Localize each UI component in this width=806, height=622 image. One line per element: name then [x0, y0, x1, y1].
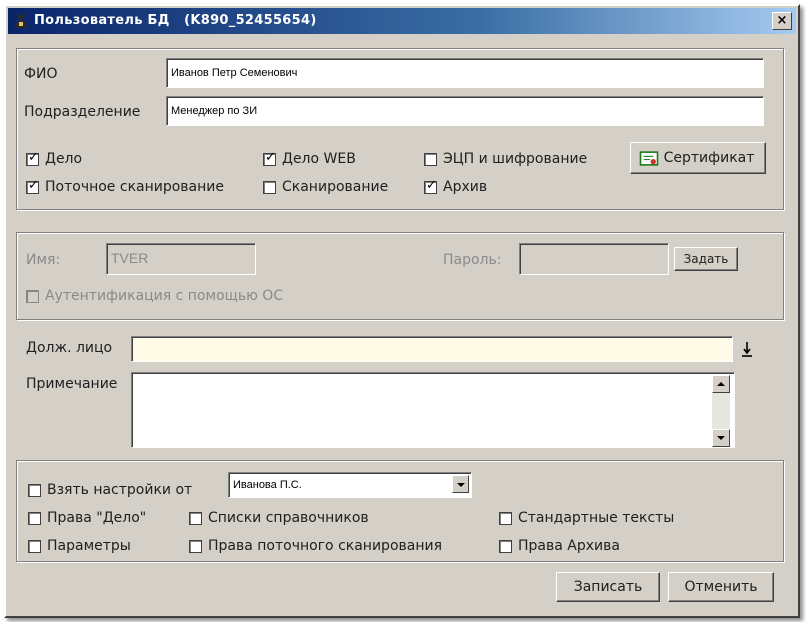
checkbox-box	[424, 153, 437, 166]
note-scrollbar[interactable]	[712, 375, 730, 447]
checkbox-label: Поточное сканирование	[45, 179, 224, 195]
window-title: Пользователь БД (K890_52455654)	[34, 13, 317, 28]
name-label: Имя:	[26, 252, 61, 268]
checkbox-box: ✓	[263, 150, 276, 166]
checkmark-icon: ✓	[426, 178, 437, 193]
checkbox-label: Параметры	[47, 538, 131, 554]
set-password-button[interactable]: Задать	[674, 247, 738, 271]
checkbox-label: Аутентификация с помощью ОС	[45, 288, 284, 304]
checkbox-box: ✓	[424, 178, 437, 194]
scroll-up-icon[interactable]	[712, 375, 730, 393]
checkbox-box	[189, 512, 202, 525]
checkbox-box	[499, 512, 512, 525]
checkbox-label: Сканирование	[282, 179, 389, 195]
settings-source-select[interactable]: Иванова П.С.	[228, 472, 472, 498]
certificate-icon	[639, 151, 659, 166]
password-field[interactable]	[519, 243, 669, 275]
checkbox-label: Права "Дело"	[47, 510, 147, 526]
down-arrow-underline-icon[interactable]	[741, 340, 753, 358]
checkbox-box: ✓	[26, 150, 39, 166]
dept-field[interactable]: Менеджер по ЗИ	[166, 96, 764, 126]
checkbox-box	[28, 540, 41, 553]
checkbox-label: Стандартные тексты	[518, 510, 675, 526]
title-bar[interactable]: Пользователь БД (K890_52455654) ×	[8, 8, 796, 34]
fio-field[interactable]: Иванов Петр Семенович	[166, 58, 764, 88]
password-label: Пароль:	[443, 252, 502, 268]
checkbox-box	[189, 540, 202, 553]
checkmark-icon: ✓	[28, 150, 39, 165]
checkbox-box	[499, 540, 512, 553]
chevron-down-icon[interactable]	[452, 475, 469, 493]
checkbox-box	[28, 512, 41, 525]
checkmark-icon: ✓	[265, 150, 276, 165]
checkbox-box	[263, 181, 276, 194]
checkbox-label: Взять настройки от	[47, 482, 193, 498]
settings-source-value: Иванова П.С.	[233, 479, 302, 491]
checkbox-label: Архив	[443, 179, 488, 195]
certificate-button[interactable]: Сертификат	[630, 142, 766, 174]
cancel-button[interactable]: Отменить	[668, 572, 774, 602]
checkbox-label: Списки справочников	[208, 510, 369, 526]
note-textarea[interactable]	[131, 372, 735, 448]
save-button[interactable]: Записать	[556, 572, 660, 602]
official-label: Долж. лицо	[26, 340, 113, 356]
name-field[interactable]: TVER	[106, 243, 256, 275]
official-field[interactable]	[131, 336, 733, 362]
note-label: Примечание	[26, 376, 118, 392]
checkbox-box	[28, 484, 41, 497]
checkbox-label: ЭЦП и шифрование	[443, 151, 588, 167]
fio-label: ФИО	[24, 66, 58, 82]
close-button[interactable]: ×	[772, 12, 792, 30]
dept-label: Подразделение	[24, 104, 141, 120]
certificate-button-label: Сертификат	[663, 150, 755, 166]
checkbox-box: ✓	[26, 178, 39, 194]
checkbox-label: Дело	[45, 151, 83, 167]
checkbox-label: Дело WEB	[282, 151, 356, 167]
checkbox-box	[26, 290, 39, 303]
user-db-dialog: Пользователь БД (K890_52455654) × ФИО Ив…	[4, 4, 800, 618]
checkbox-label: Права Архива	[518, 538, 620, 554]
checkbox-label: Права поточного сканирования	[208, 538, 443, 554]
user-icon	[15, 14, 27, 28]
checkmark-icon: ✓	[28, 178, 39, 193]
scroll-down-icon[interactable]	[712, 429, 730, 447]
